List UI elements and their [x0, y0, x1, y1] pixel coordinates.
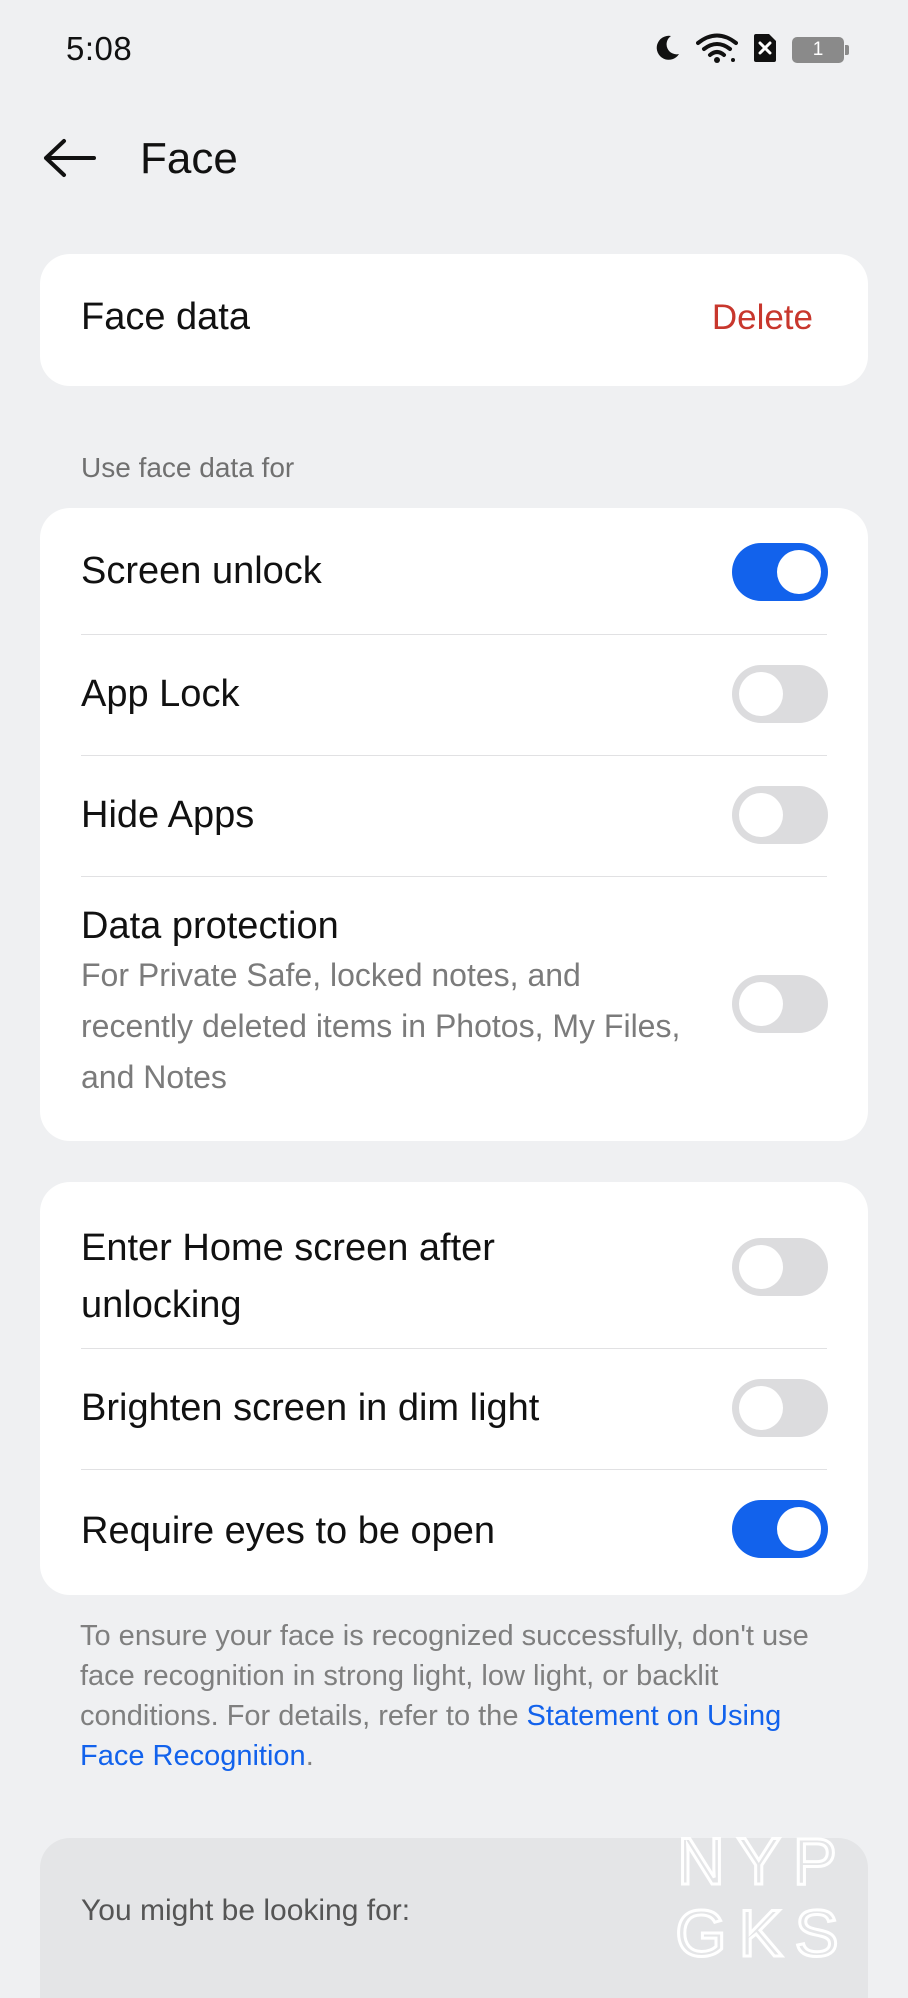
toggle-knob — [739, 793, 783, 837]
toggle-knob — [739, 672, 783, 716]
no-sim-icon — [752, 32, 778, 69]
suggestions-title: You might be looking for: — [81, 1894, 411, 1927]
delete-button[interactable]: Delete — [712, 298, 813, 338]
setting-subtitle: For Private Safe, locked notes, and rece… — [81, 957, 681, 1095]
screen-unlock-toggle[interactable] — [732, 543, 828, 601]
status-bar: 5:08 1 — [0, 0, 908, 100]
use-face-data-card: Screen unlock App Lock Hide Apps Data pr… — [40, 508, 868, 1141]
section-header-use-face-data: Use face data for — [81, 452, 295, 483]
toggle-knob — [739, 982, 783, 1026]
data-protection-toggle[interactable] — [732, 975, 828, 1033]
page-title: Face — [140, 134, 238, 183]
setting-label: Brighten screen in dim light — [81, 1387, 540, 1429]
setting-label: Enter Home screen after unlocking — [81, 1227, 495, 1326]
watermark-line-1: NYP — [677, 1824, 849, 1898]
watermark-logo: NYP GKS — [674, 1823, 850, 1972]
toggle-knob — [777, 1507, 821, 1551]
setting-label: App Lock — [81, 673, 240, 715]
moon-icon — [652, 33, 682, 68]
status-icons: 1 — [652, 30, 849, 70]
toggle-knob — [777, 550, 821, 594]
arrow-left-icon — [42, 138, 98, 183]
setting-label: Data protection — [81, 905, 339, 947]
face-data-label: Face data — [81, 296, 250, 338]
data-protection-text: Data protection For Private Safe, locked… — [81, 905, 701, 1103]
toggle-knob — [739, 1386, 783, 1430]
require-eyes-open-toggle[interactable] — [732, 1500, 828, 1558]
enter-home-screen-toggle[interactable] — [732, 1238, 828, 1296]
brighten-screen-toggle[interactable] — [732, 1379, 828, 1437]
setting-label: Require eyes to be open — [81, 1510, 496, 1552]
app-bar: Face — [0, 110, 908, 210]
battery-icon: 1 — [792, 37, 849, 63]
wifi-icon — [696, 32, 738, 69]
notice-end: . — [305, 1740, 314, 1772]
face-options-card: Enter Home screen after unlocking Bright… — [40, 1182, 868, 1595]
back-button[interactable] — [38, 130, 102, 190]
status-time: 5:08 — [66, 30, 133, 67]
app-lock-toggle[interactable] — [732, 665, 828, 723]
setting-label: Hide Apps — [81, 794, 255, 836]
watermark-line-2: GKS — [675, 1896, 850, 1970]
face-recognition-notice: To ensure your face is recognized succes… — [80, 1616, 840, 1776]
setting-label: Screen unlock — [81, 550, 322, 592]
toggle-knob — [739, 1245, 783, 1289]
face-data-card: Face data Delete — [40, 254, 868, 386]
hide-apps-toggle[interactable] — [732, 786, 828, 844]
